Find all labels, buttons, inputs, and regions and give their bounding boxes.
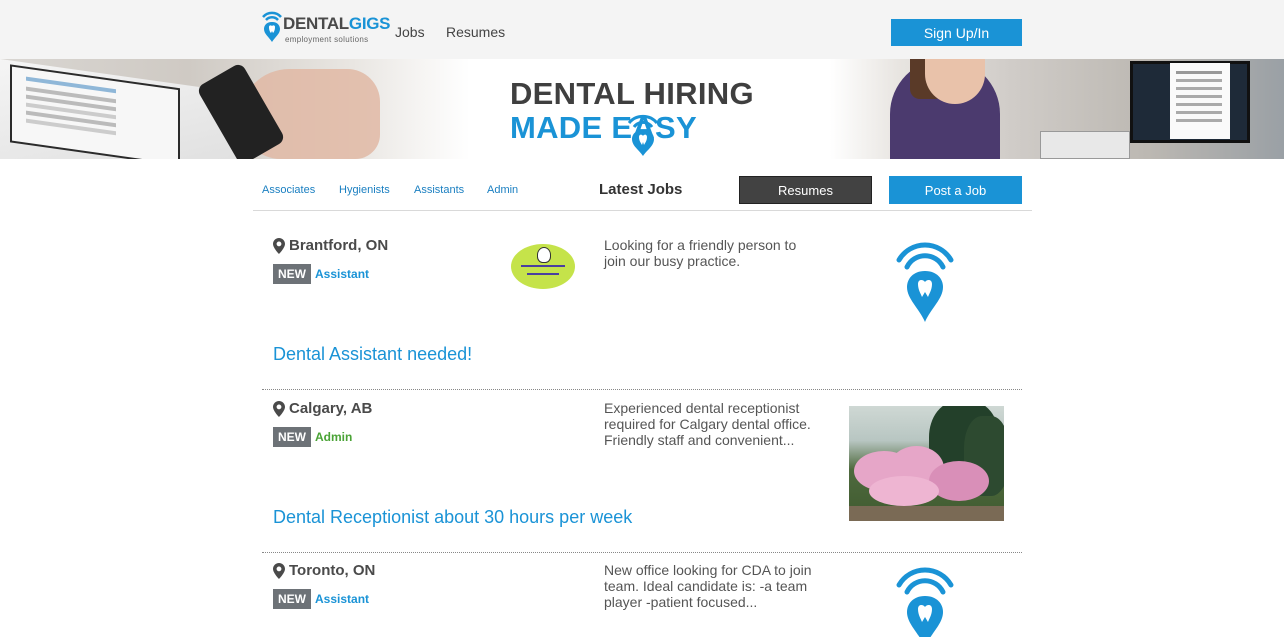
job-divider (262, 552, 1022, 553)
employer-logo (511, 244, 575, 289)
banner-dentist-photo (830, 59, 1284, 159)
map-pin-icon (273, 237, 285, 254)
sign-up-in-button[interactable]: Sign Up/In (891, 19, 1022, 46)
job-description: New office looking for CDA to join team.… (604, 562, 812, 610)
nav-jobs-link[interactable]: Jobs (395, 24, 425, 40)
latest-jobs-heading: Latest Jobs (599, 181, 683, 198)
new-tag: NEW (273, 589, 311, 609)
signal-tooth-icon (896, 242, 954, 322)
job-badge: NEW Admin (273, 427, 352, 447)
job-location: Brantford, ON (273, 237, 388, 254)
job-location: Toronto, ON (273, 562, 375, 579)
subnav-divider (253, 210, 1032, 211)
new-tag: NEW (273, 427, 311, 447)
job-title-link[interactable]: Dental Assistant needed! (273, 344, 472, 365)
map-pin-icon (273, 562, 285, 579)
filter-admin-link[interactable]: Admin (487, 184, 518, 196)
job-badge: NEW Assistant (273, 589, 369, 609)
map-pin-icon (273, 400, 285, 417)
job-photo (849, 406, 1004, 521)
job-listing[interactable]: Brantford, ON NEW Assistant Looking for … (262, 237, 1022, 377)
tooth-pin-logo-icon (262, 11, 282, 42)
job-location: Calgary, AB (273, 400, 372, 417)
new-tag: NEW (273, 264, 311, 284)
job-listing[interactable]: Toronto, ON NEW Assistant New office loo… (262, 562, 1022, 637)
job-category[interactable]: Assistant (315, 592, 369, 606)
signal-tooth-icon (896, 567, 954, 637)
logo-wordmark: DENTALGIGS (283, 14, 391, 33)
dentalgigs-logo[interactable]: DENTALGIGS employment solutions (261, 9, 391, 47)
filter-assistants-link[interactable]: Assistants (414, 184, 464, 196)
filter-hygienists-link[interactable]: Hygienists (339, 184, 390, 196)
job-description: Looking for a friendly person to join ou… (604, 237, 797, 269)
tooth-pin-banner-icon (627, 114, 659, 156)
logo-tagline: employment solutions (285, 35, 369, 44)
job-title-link[interactable]: Dental Receptionist about 30 hours per w… (273, 507, 632, 528)
top-navbar: DENTALGIGS employment solutions Jobs Res… (0, 0, 1284, 59)
job-divider (262, 389, 1022, 390)
job-category[interactable]: Admin (315, 430, 352, 444)
resumes-button[interactable]: Resumes (739, 176, 872, 204)
filter-associates-link[interactable]: Associates (262, 184, 315, 196)
job-listing[interactable]: Calgary, AB NEW Admin Experienced dental… (262, 400, 1022, 540)
job-description: Experienced dental receptionist required… (604, 400, 811, 448)
job-category[interactable]: Assistant (315, 267, 369, 281)
hero-banner: DENTAL HIRING MADE EASY (0, 59, 1284, 159)
nav-resumes-link[interactable]: Resumes (446, 24, 505, 40)
post-a-job-button[interactable]: Post a Job (889, 176, 1022, 204)
job-badge: NEW Assistant (273, 264, 369, 284)
banner-laptop-photo (0, 59, 470, 159)
